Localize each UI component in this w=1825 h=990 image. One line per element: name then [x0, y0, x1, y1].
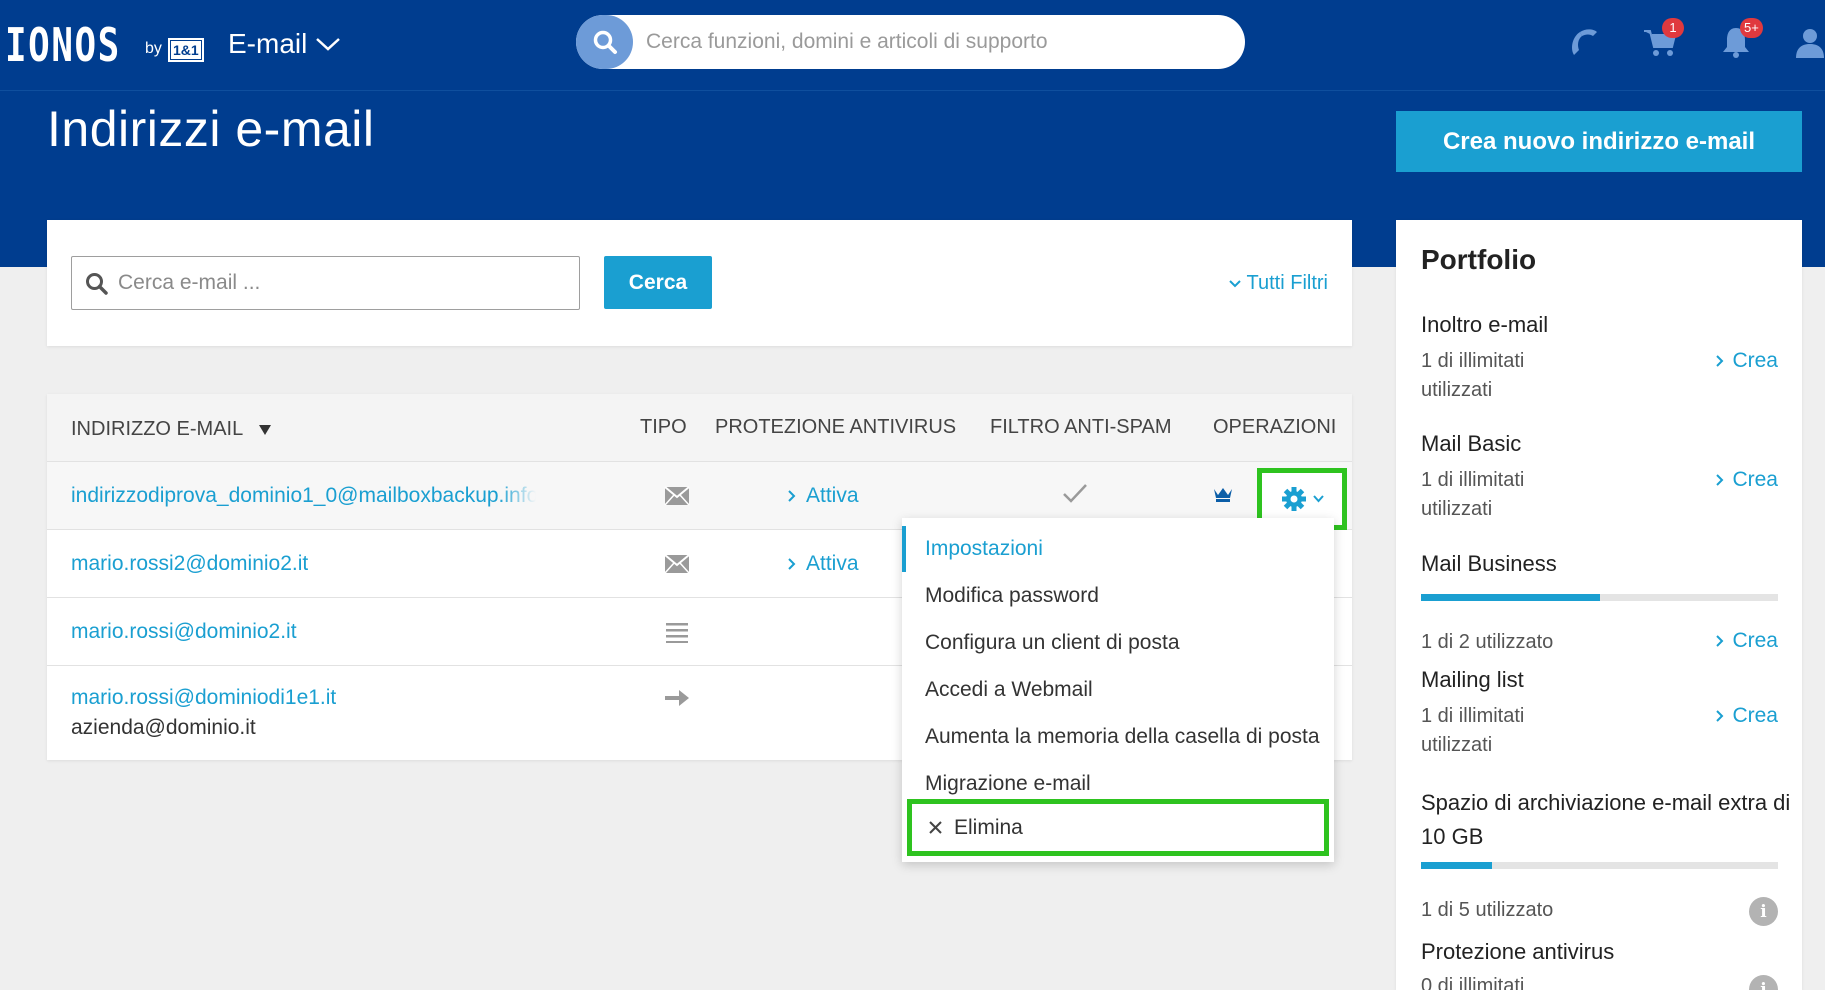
top-navigation-bar: IONOS by 1&1 E-mail 1 5+	[0, 0, 1825, 91]
antivirus-status-label: Attiva	[806, 484, 859, 507]
create-link-label: Crea	[1732, 704, 1778, 727]
chevron-right-icon	[788, 490, 796, 502]
column-header-antivirus: PROTEZIONE ANTIVIRUS	[715, 416, 957, 438]
product-menu-dropdown[interactable]: E-mail	[228, 28, 341, 60]
chevron-right-icon	[1716, 474, 1724, 486]
gear-icon	[1281, 487, 1306, 511]
close-icon	[929, 821, 942, 834]
logo-brand-badge: 1&1	[168, 38, 204, 62]
menu-item-settings[interactable]: Impostazioni	[902, 526, 1334, 572]
portfolio-create-link[interactable]: Crea	[1715, 704, 1778, 728]
email-address-link[interactable]: mario.rossi@dominiodi1e1.it	[71, 686, 336, 710]
portfolio-panel: Portfolio Inoltro e-mail 1 di illimitati…	[1396, 220, 1802, 990]
portfolio-create-link[interactable]: Crea	[1715, 349, 1778, 373]
portfolio-item-name: Mail Business	[1421, 551, 1557, 576]
email-address-link[interactable]: mario.rossi2@dominio2.it	[71, 552, 308, 576]
column-header-type: TIPO	[640, 416, 687, 438]
operations-dropdown-menu: Impostazioni Modifica password Configura…	[902, 518, 1334, 862]
arrow-right-icon	[662, 686, 692, 710]
menu-item-increase-storage[interactable]: Aumenta la memoria della casella di post…	[902, 714, 1334, 760]
delete-label: Elimina	[954, 815, 1023, 839]
user-icon[interactable]	[1790, 22, 1825, 62]
phone-icon[interactable]	[1563, 22, 1603, 62]
notifications-badge: 5+	[1740, 18, 1763, 38]
portfolio-item-usage: 1 di 2 utilizzato	[1421, 631, 1554, 653]
portfolio-item-name: Spazio di archiviazione e-mail extra di …	[1421, 790, 1791, 849]
cart-badge: 1	[1662, 18, 1684, 38]
menu-item-webmail[interactable]: Accedi a Webmail	[902, 667, 1334, 713]
logo-by-text: by	[145, 40, 162, 57]
envelope-icon	[662, 484, 692, 508]
global-search	[576, 15, 1245, 69]
ionos-logo[interactable]: IONOS	[5, 20, 121, 70]
portfolio-create-link[interactable]: Crea	[1715, 468, 1778, 492]
chevron-down-icon	[316, 38, 341, 51]
portfolio-item-name: Inoltro e-mail	[1421, 312, 1549, 337]
create-link-label: Crea	[1732, 468, 1778, 491]
create-link-label: Crea	[1732, 349, 1778, 372]
column-header-antispam: FILTRO ANTI-SPAM	[990, 416, 1172, 438]
portfolio-item-usage: 1 di illimitati utilizzati	[1421, 705, 1525, 756]
check-icon	[1062, 482, 1088, 509]
antivirus-status-link[interactable]: Attiva	[787, 484, 859, 508]
column-header-operations: OPERAZIONI	[1213, 416, 1337, 438]
portfolio-item-usage: 1 di illimitati utilizzati	[1421, 350, 1525, 401]
crown-icon	[1213, 486, 1233, 507]
usage-progress-bar	[1421, 862, 1778, 869]
portfolio-item-usage: 0 di illimitati	[1421, 975, 1525, 990]
bell-icon[interactable]: 5+	[1716, 18, 1763, 62]
chevron-right-icon	[788, 558, 796, 570]
chevron-right-icon	[1716, 635, 1724, 647]
column-header-email-label: INDIRIZZO E-MAIL	[71, 418, 244, 440]
email-search-box	[71, 256, 580, 310]
portfolio-item-usage: 1 di illimitati utilizzati	[1421, 469, 1525, 520]
global-search-input[interactable]	[646, 25, 1226, 59]
portfolio-item-name: Protezione antivirus	[1421, 939, 1615, 964]
all-filters-label: Tutti Filtri	[1246, 272, 1328, 294]
filter-card: Cerca Tutti Filtri	[47, 220, 1352, 346]
chevron-right-icon	[1716, 355, 1724, 367]
create-link-label: Crea	[1732, 629, 1778, 652]
email-search-input[interactable]	[118, 267, 558, 299]
column-header-email[interactable]: INDIRIZZO E-MAIL	[71, 418, 272, 441]
menu-item-change-password[interactable]: Modifica password	[902, 573, 1334, 619]
sort-down-icon	[259, 424, 272, 435]
info-icon[interactable]: i	[1749, 975, 1778, 990]
chevron-right-icon	[1716, 710, 1724, 722]
antivirus-status-link[interactable]: Attiva	[787, 552, 859, 576]
portfolio-create-link[interactable]: Crea	[1715, 629, 1778, 653]
page-title: Indirizzi e-mail	[47, 101, 375, 157]
list-icon	[662, 620, 692, 644]
portfolio-item-name: Mail Basic	[1421, 431, 1522, 456]
cart-icon[interactable]: 1	[1640, 18, 1684, 62]
chevron-down-icon	[1228, 279, 1241, 287]
portfolio-item-usage: 1 di 5 utilizzato	[1421, 899, 1554, 921]
forward-target-address: azienda@dominio.it	[71, 716, 256, 739]
email-address-link[interactable]: indirizzodiprova_dominio1_0@mailboxbacku…	[71, 484, 536, 508]
search-button[interactable]: Cerca	[604, 256, 712, 309]
product-menu-label: E-mail	[228, 28, 308, 59]
usage-progress-fill	[1421, 862, 1493, 869]
chevron-down-icon	[1312, 495, 1324, 503]
usage-progress-fill	[1421, 594, 1600, 601]
search-icon	[86, 273, 108, 295]
usage-progress-bar	[1421, 594, 1778, 601]
portfolio-item-name: Mailing list	[1421, 667, 1524, 692]
envelope-icon	[662, 552, 692, 576]
menu-item-configure-client[interactable]: Configura un client di posta	[902, 620, 1334, 666]
antivirus-status-label: Attiva	[806, 552, 859, 575]
all-filters-toggle[interactable]: Tutti Filtri	[1228, 272, 1328, 295]
email-address-link[interactable]: mario.rossi@dominio2.it	[71, 620, 297, 644]
create-email-button[interactable]: Crea nuovo indirizzo e-mail	[1396, 111, 1802, 172]
info-icon[interactable]: i	[1749, 897, 1778, 926]
portfolio-title: Portfolio	[1421, 244, 1537, 275]
table-header: INDIRIZZO E-MAIL TIPO PROTEZIONE ANTIVIR…	[47, 394, 1352, 462]
delete-email-button[interactable]: Elimina	[907, 799, 1329, 856]
search-icon[interactable]	[576, 15, 633, 69]
